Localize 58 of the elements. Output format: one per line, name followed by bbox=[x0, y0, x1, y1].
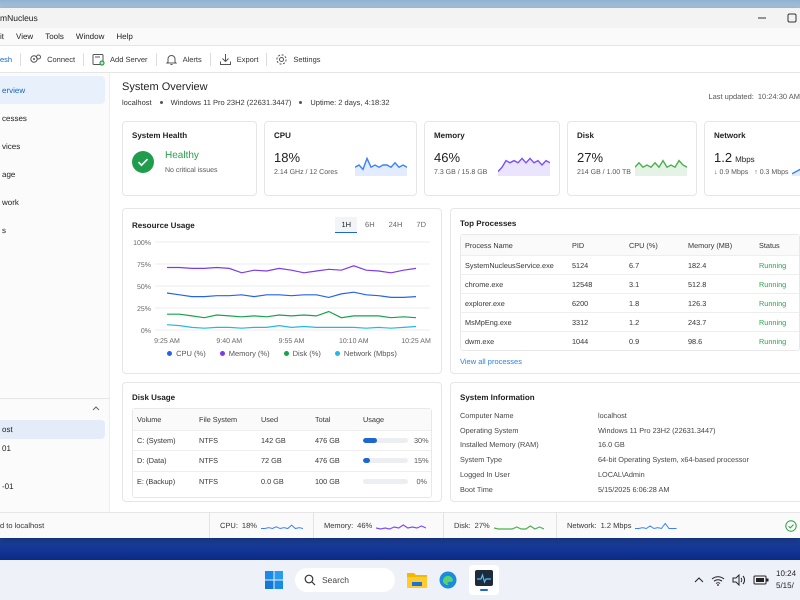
sidebar-item[interactable]: vices bbox=[0, 132, 105, 160]
check-circle-icon bbox=[785, 520, 797, 532]
card-title: System Health bbox=[132, 131, 188, 140]
maximize-icon[interactable] bbox=[787, 13, 797, 23]
metric-value: 1.2 bbox=[714, 150, 732, 165]
card-title: CPU bbox=[274, 131, 292, 140]
gears-icon bbox=[29, 52, 42, 66]
search-icon bbox=[304, 574, 316, 586]
card-title: Network bbox=[714, 131, 747, 140]
sidebar-item[interactable]: erview bbox=[0, 76, 105, 104]
metric-unit: Mbps bbox=[735, 155, 755, 164]
windows-logo-icon[interactable] bbox=[265, 571, 283, 589]
card-title: Disk bbox=[577, 131, 595, 140]
search-field[interactable]: Search bbox=[295, 568, 395, 592]
window-title: mNucleus bbox=[0, 13, 39, 23]
sparkline-area bbox=[355, 158, 407, 176]
panel-title: Top Processes bbox=[460, 219, 518, 228]
taskbar-time[interactable]: 10:24 bbox=[776, 568, 796, 580]
taskbar-app-button[interactable] bbox=[469, 565, 499, 595]
server-item[interactable]: ost bbox=[0, 420, 105, 439]
menu-item[interactable]: Window bbox=[70, 32, 110, 41]
folder-icon[interactable] bbox=[407, 571, 427, 589]
metric-value: 27% bbox=[577, 150, 604, 165]
panel-title: System Information bbox=[460, 393, 536, 402]
panel-title: Resource Usage bbox=[132, 220, 195, 230]
separator-dot bbox=[160, 101, 163, 104]
panel-title: Disk Usage bbox=[132, 393, 176, 402]
sidebar-item[interactable]: work bbox=[0, 188, 105, 216]
server-item[interactable]: 01 bbox=[0, 439, 105, 458]
speaker-icon[interactable] bbox=[732, 574, 746, 586]
sparkline-area bbox=[498, 158, 550, 176]
caret-icon[interactable] bbox=[92, 405, 100, 411]
pulse-monitor-icon bbox=[475, 570, 493, 586]
menu-item[interactable]: Help bbox=[110, 32, 139, 41]
sidebar-item[interactable]: s bbox=[0, 216, 105, 244]
metric-value: 46% bbox=[434, 150, 460, 165]
card-title: Memory bbox=[434, 131, 466, 140]
sparkline-area bbox=[635, 160, 687, 176]
bell-icon bbox=[164, 52, 178, 66]
wifi-icon[interactable] bbox=[711, 574, 725, 586]
add-server-icon bbox=[92, 52, 106, 66]
separator-dot bbox=[299, 101, 302, 104]
server-item[interactable]: -01 bbox=[0, 477, 105, 496]
download-icon bbox=[218, 52, 232, 66]
settings-icon bbox=[275, 52, 288, 66]
page-title: System Overview bbox=[122, 81, 209, 93]
taskbar-date[interactable]: 5/15/ bbox=[776, 580, 794, 592]
health-status: Healthy bbox=[165, 150, 200, 161]
menu-item[interactable]: View bbox=[10, 32, 40, 41]
menu-item[interactable]: Tools bbox=[39, 32, 70, 41]
chevron-up-icon[interactable] bbox=[694, 576, 704, 584]
browser-icon[interactable] bbox=[439, 571, 457, 589]
sidebar-item[interactable]: age bbox=[0, 160, 105, 188]
battery-icon[interactable] bbox=[753, 575, 769, 585]
menu-item[interactable]: it bbox=[0, 32, 10, 41]
sidebar-item[interactable]: cesses bbox=[0, 104, 105, 132]
check-circle-icon bbox=[132, 151, 154, 173]
metric-value: 18% bbox=[274, 150, 300, 165]
